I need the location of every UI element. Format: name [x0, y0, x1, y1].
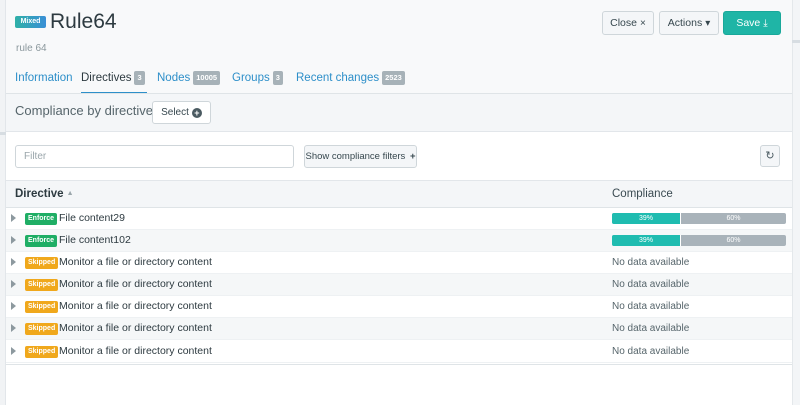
tab-recent-changes-label: Recent changes [296, 72, 380, 84]
tab-directives-count: 3 [134, 71, 145, 85]
mode-badge-enforce: Enforce [25, 235, 58, 247]
show-compliance-filters-label: Show compliance filters [305, 151, 406, 162]
tab-groups[interactable]: Groups 3 [232, 68, 283, 94]
mode-badge-skipped: Skipped [25, 346, 59, 358]
mode-badge-skipped: Skipped [25, 301, 59, 313]
plus-circle-icon: + [191, 108, 202, 118]
actions-button[interactable]: Actions ▾ [659, 11, 719, 35]
filter-input[interactable] [15, 145, 294, 168]
tab-groups-count: 3 [272, 71, 283, 85]
show-compliance-filters-button[interactable]: Show compliance filters + [304, 145, 417, 168]
directive-name[interactable]: Monitor a file or directory content [59, 256, 212, 268]
tab-directives-label: Directives [81, 72, 132, 84]
expand-caret-icon[interactable] [11, 324, 16, 332]
column-header-directive[interactable]: Directive ▲ [15, 188, 74, 200]
compliance-no-data: No data available [612, 346, 690, 357]
page-title: Rule64 [50, 10, 117, 33]
mode-badge-mixed: Mixed [15, 16, 46, 28]
save-button[interactable]: Save ⤓ [723, 11, 781, 35]
table-row[interactable]: Skipped Monitor a file or directory cont… [6, 274, 792, 296]
directive-name[interactable]: Monitor a file or directory content [59, 300, 212, 312]
table-bottom-border [6, 364, 792, 365]
select-button-label: Select [161, 107, 189, 118]
right-scrollbar-notch [792, 40, 800, 43]
refresh-button[interactable]: ↻ [760, 145, 780, 167]
directive-name[interactable]: File content102 [59, 234, 131, 246]
close-button-label: Close [610, 17, 637, 29]
tab-nodes-label: Nodes [157, 72, 191, 84]
compliance-bar: 39% 60% [612, 213, 786, 224]
left-rail-notch [0, 132, 6, 135]
caret-down-icon: ▾ [705, 18, 711, 29]
expand-caret-icon[interactable] [11, 236, 16, 244]
expand-caret-icon[interactable] [11, 347, 16, 355]
table-row[interactable]: Skipped Monitor a file or directory cont… [6, 252, 792, 274]
compliance-bar: 39% 60% [612, 235, 786, 246]
sort-ascending-icon: ▲ [66, 190, 74, 197]
tab-nodes-count: 10005 [193, 71, 221, 85]
tab-recent-changes[interactable]: Recent changes 2523 [296, 68, 405, 94]
save-button-label: Save [736, 17, 761, 29]
compliance-bar-success: 39% [612, 235, 680, 246]
compliance-bar-rest: 60% [726, 237, 741, 244]
table-row[interactable]: Enforce File content102 39% 60% [6, 230, 792, 252]
tab-groups-label: Groups [232, 72, 270, 84]
compliance-bar-rest: 60% [726, 215, 741, 222]
directive-name[interactable]: Monitor a file or directory content [59, 345, 212, 357]
expand-caret-icon[interactable] [11, 258, 16, 266]
compliance-no-data: No data available [612, 257, 690, 268]
refresh-icon: ↻ [765, 150, 775, 162]
compliance-no-data: No data available [612, 301, 690, 312]
page-subtitle: rule 64 [16, 43, 47, 54]
mode-badge-skipped: Skipped [25, 279, 59, 291]
compliance-no-data: No data available [612, 323, 690, 334]
table-row[interactable]: Skipped Monitor a file or directory cont… [6, 296, 792, 318]
directive-name[interactable]: File content29 [59, 212, 125, 224]
table-row[interactable]: Skipped Monitor a file or directory cont… [6, 341, 792, 363]
tab-nodes[interactable]: Nodes 10005 [157, 68, 221, 94]
expand-caret-icon[interactable] [11, 280, 16, 288]
plus-icon: + [409, 151, 416, 162]
close-icon: × [640, 18, 646, 29]
download-icon: ⤓ [763, 18, 768, 29]
compliance-section-bar: Compliance by directives Select + [6, 94, 792, 132]
column-header-directive-label: Directive [15, 188, 64, 200]
mode-badge-skipped: Skipped [25, 257, 59, 269]
tab-directives[interactable]: Directives 3 [81, 68, 147, 94]
compliance-section-title: Compliance by directives [15, 103, 160, 118]
table-row[interactable]: Enforce File content29 39% 60% [6, 208, 792, 230]
select-button[interactable]: Select + [152, 101, 211, 124]
mode-badge-enforce: Enforce [25, 213, 58, 225]
directive-name[interactable]: Monitor a file or directory content [59, 322, 212, 334]
table-header: Directive ▲ Compliance [6, 180, 792, 208]
table-row[interactable]: Skipped Monitor a file or directory cont… [6, 318, 792, 340]
expand-caret-icon[interactable] [11, 214, 16, 222]
directive-name[interactable]: Monitor a file or directory content [59, 278, 212, 290]
tab-recent-changes-count: 2523 [382, 71, 405, 85]
right-scrollbar[interactable] [792, 0, 800, 405]
actions-button-label: Actions [667, 17, 703, 29]
tab-information[interactable]: Information [15, 68, 73, 94]
column-header-compliance[interactable]: Compliance [612, 188, 673, 200]
rule-tabs: Information Directives 3 Nodes 10005 Group… [6, 68, 792, 94]
close-button[interactable]: Close × [602, 11, 654, 35]
tab-information-label: Information [15, 72, 73, 84]
compliance-no-data: No data available [612, 279, 690, 290]
expand-caret-icon[interactable] [11, 302, 16, 310]
compliance-bar-success: 39% [612, 213, 680, 224]
column-header-compliance-label: Compliance [612, 188, 673, 200]
mode-badge-skipped: Skipped [25, 323, 59, 335]
